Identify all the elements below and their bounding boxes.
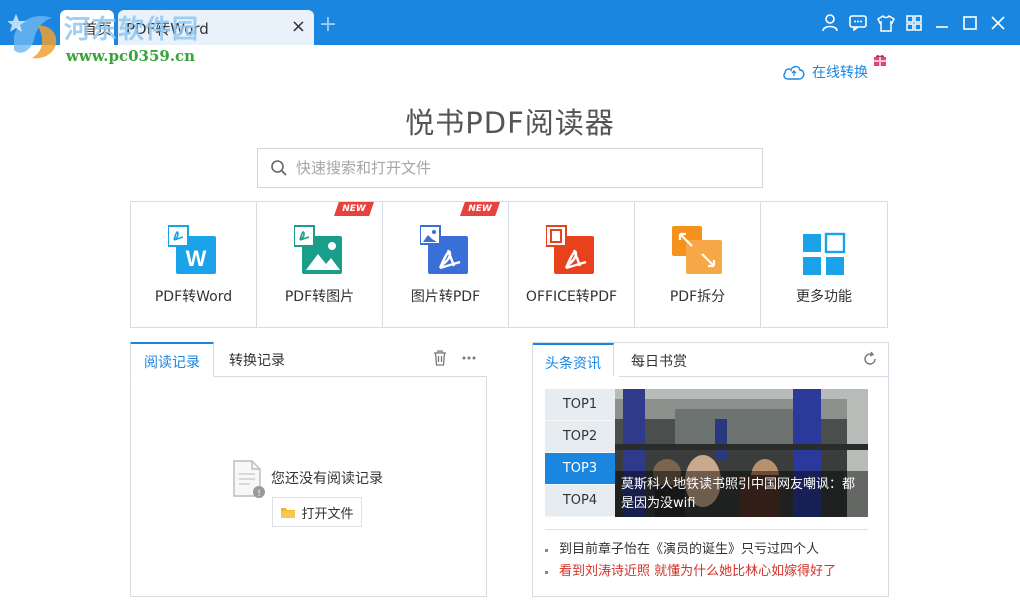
refresh-icon[interactable] [862,351,878,367]
news-item[interactable]: 到目前章子怡在《演员的诞生》只亏过四个人 [545,539,875,561]
tab-conversion-records[interactable]: 转换记录 [216,342,298,377]
open-file-button[interactable]: 打开文件 [272,497,362,527]
watermark-url: www.pc0359.cn [66,47,196,65]
empty-records-text: 您还没有阅读记录 [271,471,383,487]
watermark-brand: 河东软件园 [64,15,200,45]
online-convert-link[interactable]: 在线转换 [782,62,868,82]
records-tabs: 阅读记录 转换记录 [130,342,487,377]
tab-reading-records[interactable]: 阅读记录 [130,342,214,377]
tab-headline-news[interactable]: 头条资讯 [533,343,614,376]
svg-text:W: W [186,246,207,271]
cloud-icon [783,65,805,80]
records-panel: ! 您还没有阅读记录 打开文件 [130,376,487,597]
new-badge: NEW [460,202,500,216]
window-controls [820,12,1008,36]
search-input[interactable] [296,155,746,181]
minimize-icon[interactable] [932,12,952,34]
empty-document-icon: ! [233,460,265,499]
app-title: 悦书PDF阅读器 [405,106,615,140]
folder-icon [281,507,296,518]
new-badge: NEW [334,202,374,216]
top-item[interactable]: TOP2 [545,421,615,453]
top-item[interactable]: TOP4 [545,485,615,517]
top-item-active[interactable]: TOP3 [545,453,615,485]
feature-office-to-pdf[interactable]: OFFICE转PDF [509,202,635,327]
pdf-to-word-icon: W [168,225,216,274]
top-list: TOP1 TOP2 TOP3 TOP4 [545,389,615,517]
feature-label: PDF转Word [154,289,233,305]
tab-close-icon[interactable]: × [291,16,306,37]
watermark-logo-icon [8,14,57,59]
pdf-split-icon [672,226,722,274]
feature-pdf-split[interactable]: PDF拆分 [635,202,761,327]
news-list: 到目前章子怡在《演员的诞生》只亏过四个人 看到刘涛诗近照 就懂为什么她比林心如嫁… [545,539,875,583]
feature-label: OFFICE转PDF [525,289,618,305]
news-image[interactable]: 莫斯科人地铁读书照引中国网友嘲讽：都是因为没wifi [615,389,868,517]
apps-icon[interactable] [904,12,924,34]
feature-label: 图片转PDF [410,289,481,305]
feature-pdf-to-image[interactable]: NEW PDF转图片 [257,202,383,327]
tab-divider [619,376,888,377]
top-item[interactable]: TOP1 [545,389,615,421]
gift-icon[interactable] [873,53,887,67]
search-icon [271,160,287,176]
feature-label: 更多功能 [796,289,852,305]
skin-icon[interactable] [876,12,896,34]
feature-more[interactable]: 更多功能 [761,202,887,327]
add-tab-button[interactable]: + [318,12,338,37]
trash-icon[interactable] [433,350,447,366]
svg-text:!: ! [257,489,261,499]
online-convert-label: 在线转换 [812,65,868,81]
news-separator [545,529,868,530]
feature-label: PDF转图片 [284,289,355,305]
pdf-to-image-icon [294,225,342,274]
message-icon[interactable] [848,12,868,34]
records-tools [433,350,477,366]
close-icon[interactable] [988,12,1008,34]
office-to-pdf-icon [546,225,594,274]
feature-image-to-pdf[interactable]: NEW 图片转PDF [383,202,509,327]
search-box[interactable] [257,148,763,188]
open-file-label: 打开文件 [301,506,354,522]
image-to-pdf-icon [420,225,468,274]
user-icon[interactable] [820,12,840,34]
feature-pdf-to-word[interactable]: W PDF转Word [131,202,257,327]
more-features-icon [803,232,846,275]
news-item-hot[interactable]: 看到刘涛诗近照 就懂为什么她比林心如嫁得好了 [545,561,875,583]
news-caption: 莫斯科人地铁读书照引中国网友嘲讽：都是因为没wifi [615,471,868,517]
feature-grid: W PDF转Word NEW PDF转图片 NEW 图片转PDF OFFICE转… [130,201,888,328]
news-panel: 头条资讯 每日书赏 TOP1 TOP2 TOP3 TOP4 莫斯科人地铁读书照引… [532,342,889,597]
maximize-icon[interactable] [960,12,980,34]
feature-label: PDF拆分 [669,289,726,305]
more-icon[interactable] [461,350,477,366]
tab-daily-books[interactable]: 每日书赏 [619,343,699,376]
